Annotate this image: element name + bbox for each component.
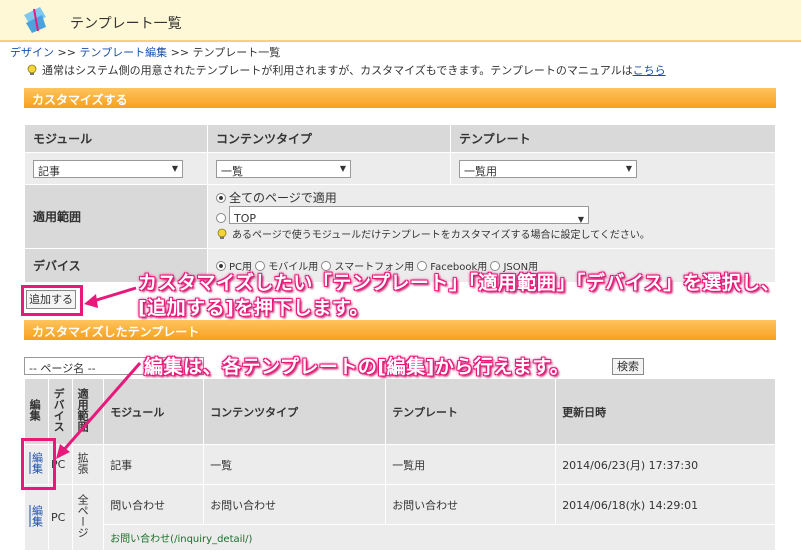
callout-line3: 編集は、各テンプレートの[編集]から行えます。	[144, 356, 570, 378]
callout-line2: [追加する]を押下します。	[138, 297, 369, 319]
callout-line1: カスタマイズしたい「テンプレート」「適用範囲」「デバイス」を選択し、	[138, 272, 781, 294]
